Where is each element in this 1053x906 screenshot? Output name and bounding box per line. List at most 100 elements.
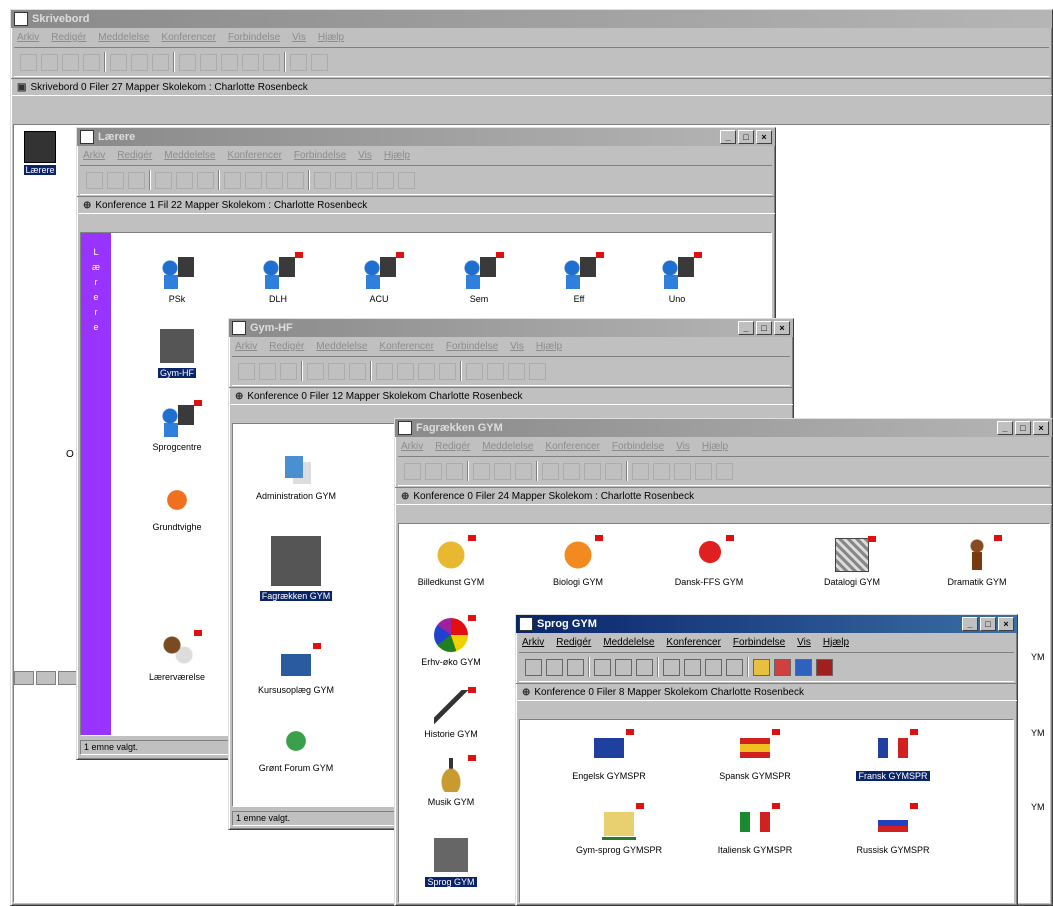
minimize-button[interactable]: _ xyxy=(962,617,978,631)
folder-sem[interactable]: Sem xyxy=(431,252,527,304)
menu-forbindelse[interactable]: Forbindelse xyxy=(228,32,280,43)
menu-rediger[interactable]: Redigér xyxy=(556,637,591,648)
menu-meddelelse[interactable]: Meddelelse xyxy=(316,341,367,352)
folder-dlh[interactable]: DLH xyxy=(230,252,326,304)
toolbar-button[interactable] xyxy=(529,362,546,380)
toolbar-button[interactable] xyxy=(726,658,743,676)
toolbar-button[interactable] xyxy=(716,462,733,480)
toolbar-button[interactable] xyxy=(774,658,791,676)
toolbar-button[interactable] xyxy=(397,362,414,380)
folder-spansk-gymspr[interactable]: Spansk GYMSPR xyxy=(700,729,810,781)
toolbar-button[interactable] xyxy=(107,171,124,189)
maximize-button[interactable]: □ xyxy=(738,130,754,144)
menu-konferencer[interactable]: Konferencer xyxy=(161,32,215,43)
menu-meddelelse[interactable]: Meddelelse xyxy=(164,150,215,161)
toolbar-button[interactable] xyxy=(663,658,680,676)
toolbar-button[interactable] xyxy=(238,362,255,380)
folder-fagraekken-gym[interactable]: Fagrækken GYM xyxy=(241,536,351,601)
folder-historie-gym[interactable]: Historie GYM xyxy=(403,687,499,739)
maximize-button[interactable]: □ xyxy=(980,617,996,631)
menu-vis[interactable]: Vis xyxy=(797,637,811,648)
toolbar-button[interactable] xyxy=(473,462,490,480)
toolbar-button[interactable] xyxy=(128,171,145,189)
folder-uno[interactable]: Uno xyxy=(629,252,725,304)
toolbar-button[interactable] xyxy=(615,658,632,676)
toolbar-button[interactable] xyxy=(287,171,304,189)
close-button[interactable]: × xyxy=(998,617,1014,631)
menu-hjaelp[interactable]: Hjælp xyxy=(536,341,562,352)
folder-gym-hf[interactable]: Gym-HF xyxy=(129,329,225,378)
toolbar-button[interactable] xyxy=(632,462,649,480)
fagraekken-titlebar[interactable]: Fagrækken GYM _ □ × xyxy=(395,419,1052,437)
toolbar-button[interactable] xyxy=(653,462,670,480)
minimize-button[interactable]: _ xyxy=(997,421,1013,435)
toolbar-button[interactable] xyxy=(200,53,217,71)
folder-italiensk-gymspr[interactable]: Italiensk GYMSPR xyxy=(700,803,810,855)
toolbar-button[interactable] xyxy=(131,53,148,71)
toolbar-button[interactable] xyxy=(546,658,563,676)
menu-meddelelse[interactable]: Meddelelse xyxy=(98,32,149,43)
toolbar-button[interactable] xyxy=(356,171,373,189)
toolbar-button[interactable] xyxy=(753,658,770,676)
minimize-button[interactable]: _ xyxy=(738,321,754,335)
close-button[interactable]: × xyxy=(756,130,772,144)
toolbar-button[interactable] xyxy=(179,53,196,71)
close-button[interactable]: × xyxy=(1033,421,1049,435)
folder-datalogi-gym[interactable]: Datalogi GYM xyxy=(804,536,900,587)
toolbar-button[interactable] xyxy=(515,462,532,480)
toolbar-button[interactable] xyxy=(41,53,58,71)
toolbar-button[interactable] xyxy=(605,462,622,480)
menu-hjaelp[interactable]: Hjælp xyxy=(384,150,410,161)
folder-sprogcentre[interactable]: Sprogcentre xyxy=(129,400,225,452)
menu-meddelelse[interactable]: Meddelelse xyxy=(603,637,654,648)
folder-grundtvighe[interactable]: Grundtvighe xyxy=(129,483,225,532)
laerere-titlebar[interactable]: Lærere _ □ × xyxy=(77,128,775,146)
toolbar-button[interactable] xyxy=(376,362,393,380)
menu-rediger[interactable]: Redigér xyxy=(435,441,470,452)
toolbar-button[interactable] xyxy=(259,362,276,380)
folder-biologi-gym[interactable]: Biologi GYM xyxy=(530,535,626,587)
folder-laerervaerelse[interactable]: Lærerværelse xyxy=(129,630,225,682)
toolbar-button[interactable] xyxy=(398,171,415,189)
menu-hjaelp[interactable]: Hjælp xyxy=(318,32,344,43)
taskbar-button[interactable] xyxy=(14,671,34,685)
folder-fransk-gymspr[interactable]: Fransk GYMSPR xyxy=(838,729,948,781)
toolbar-button[interactable] xyxy=(197,171,214,189)
toolbar-button[interactable] xyxy=(20,53,37,71)
taskbar-button[interactable] xyxy=(36,671,56,685)
toolbar-button[interactable] xyxy=(446,462,463,480)
toolbar-button[interactable] xyxy=(695,462,712,480)
toolbar-button[interactable] xyxy=(86,171,103,189)
toolbar-button[interactable] xyxy=(62,53,79,71)
toolbar-button[interactable] xyxy=(311,53,328,71)
toolbar-button[interactable] xyxy=(584,462,601,480)
folder-erhv-oeko-gym[interactable]: Erhv-øko GYM xyxy=(403,615,499,667)
menu-konferencer[interactable]: Konferencer xyxy=(227,150,281,161)
folder-administration-gym[interactable]: Administration GYM xyxy=(241,452,351,501)
minimize-button[interactable]: _ xyxy=(720,130,736,144)
menu-arkiv[interactable]: Arkiv xyxy=(83,150,105,161)
folder-russisk-gymspr[interactable]: Russisk GYMSPR xyxy=(838,803,948,855)
menu-forbindelse[interactable]: Forbindelse xyxy=(446,341,498,352)
toolbar-button[interactable] xyxy=(328,362,345,380)
menu-hjaelp[interactable]: Hjælp xyxy=(702,441,728,452)
folder-sprog-gym[interactable]: Sprog GYM xyxy=(403,838,499,887)
toolbar-button[interactable] xyxy=(525,658,542,676)
toolbar-button[interactable] xyxy=(684,658,701,676)
desktop-icon-laerere[interactable]: Lærere xyxy=(20,131,60,176)
folder-billedkunst-gym[interactable]: Billedkunst GYM xyxy=(403,535,499,587)
toolbar-button[interactable] xyxy=(542,462,559,480)
toolbar-button[interactable] xyxy=(816,658,833,676)
menu-meddelelse[interactable]: Meddelelse xyxy=(482,441,533,452)
toolbar-button[interactable] xyxy=(335,171,352,189)
toolbar-button[interactable] xyxy=(674,462,691,480)
toolbar-button[interactable] xyxy=(705,658,722,676)
close-button[interactable]: × xyxy=(774,321,790,335)
gymhf-titlebar[interactable]: Gym-HF _ □ × xyxy=(229,319,793,337)
folder-acu[interactable]: ACU xyxy=(331,252,427,304)
menu-arkiv[interactable]: Arkiv xyxy=(401,441,423,452)
folder-eff[interactable]: Eff xyxy=(531,252,627,304)
toolbar-button[interactable] xyxy=(83,53,100,71)
main-titlebar[interactable]: Skrivebord xyxy=(11,10,1052,28)
folder-musik-gym[interactable]: Musik GYM xyxy=(403,755,499,807)
